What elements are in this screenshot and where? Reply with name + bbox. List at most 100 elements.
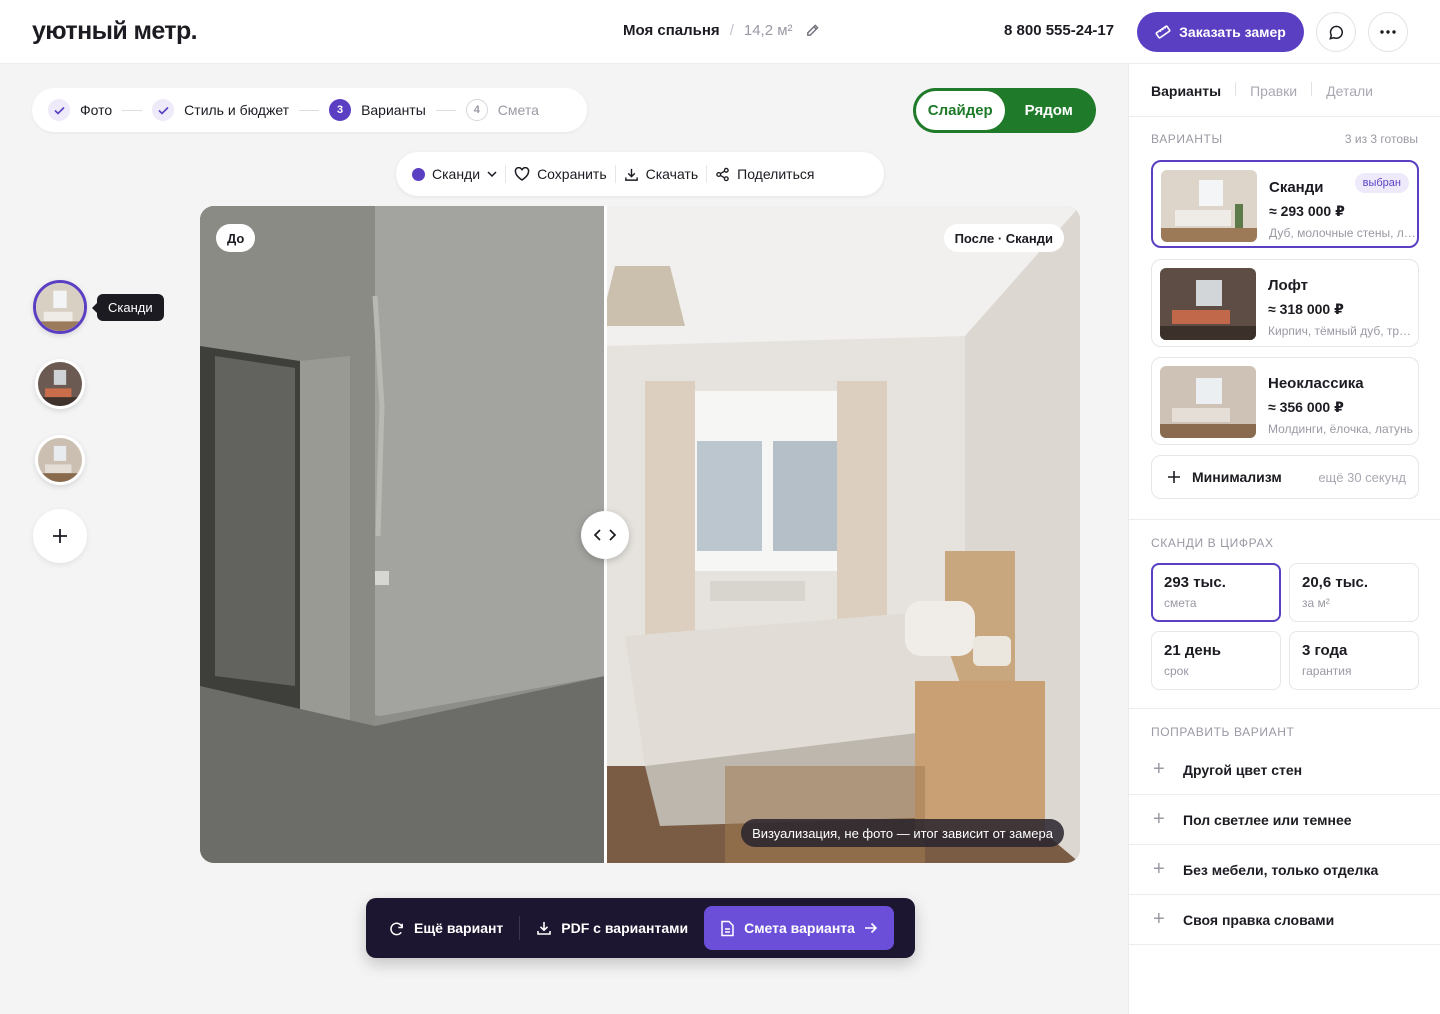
before-photo xyxy=(200,206,605,863)
stat-value: 293 тыс. xyxy=(1164,574,1226,591)
save-label: Сохранить xyxy=(537,166,607,182)
bedroom-thumbnail xyxy=(38,438,82,482)
more-menu-button[interactable] xyxy=(1368,12,1408,52)
step-style-budget[interactable]: Стиль и бюджет xyxy=(152,99,289,121)
variant-name: Лофт xyxy=(1268,277,1308,294)
visualization-disclaimer: Визуализация, не фото — итог зависит от … xyxy=(741,819,1064,847)
download-icon xyxy=(624,168,638,181)
variant-thumbnail xyxy=(1160,268,1256,340)
share-label: Поделиться xyxy=(737,166,815,182)
fix-floor-tone[interactable]: + Пол светлее или темнее xyxy=(1129,795,1440,845)
after-render xyxy=(605,206,1080,863)
top-header: уютный метр. Моя спальня / 14,2 м² 8 800… xyxy=(0,0,1440,64)
variant-thumb-loft[interactable] xyxy=(35,359,85,409)
chevron-down-icon xyxy=(487,171,497,177)
variant-thumb-scandi[interactable] xyxy=(33,280,87,334)
logo[interactable]: уютный метр. xyxy=(32,17,198,46)
pdf-export-label: PDF с вариантами xyxy=(561,920,689,936)
room-name[interactable]: Моя спальня xyxy=(623,22,720,39)
divider xyxy=(1129,708,1440,709)
tab-divider xyxy=(1235,82,1237,96)
fix-wall-color[interactable]: + Другой цвет стен xyxy=(1129,745,1440,795)
action-divider xyxy=(519,916,521,940)
more-dots-icon xyxy=(1380,30,1396,34)
order-measure-button[interactable]: Заказать замер xyxy=(1137,12,1304,52)
variant-card-scandi[interactable]: Сканди выбран ≈ 293 000 ₽ Дуб, молочные … xyxy=(1151,160,1419,248)
divider xyxy=(1129,116,1440,117)
phone-number[interactable]: 8 800 555-24-17 xyxy=(1004,22,1114,39)
slider-handle[interactable] xyxy=(581,511,629,559)
step-photo[interactable]: Фото xyxy=(48,99,112,121)
chat-button[interactable] xyxy=(1316,12,1356,52)
another-variant-button[interactable]: Ещё вариант xyxy=(388,920,503,937)
another-variant-label: Ещё вариант xyxy=(414,920,504,936)
variant-name: Неоклассика xyxy=(1268,375,1364,392)
download-button[interactable]: Скачать xyxy=(616,166,707,182)
share-icon xyxy=(716,167,729,181)
stat-value: 20,6 тыс. xyxy=(1302,574,1369,591)
pencil-icon[interactable] xyxy=(805,23,820,38)
document-icon xyxy=(721,920,734,936)
variants-status: 3 из 3 готовы xyxy=(1344,132,1418,146)
stat-label: срок xyxy=(1164,664,1189,678)
before-label: До xyxy=(216,224,256,252)
stat-warranty[interactable]: 3 года гарантия xyxy=(1289,631,1419,690)
bedroom-thumbnail xyxy=(38,362,82,406)
variant-price: ≈ 356 000 ₽ xyxy=(1268,399,1344,415)
right-panel: Варианты Правки Детали Варианты 3 из 3 г… xyxy=(1128,64,1440,1014)
pending-variant-name: Минимализм xyxy=(1192,469,1282,485)
variant-estimate-label: Смета варианта xyxy=(744,920,855,936)
ruler-icon xyxy=(1155,25,1171,39)
breadcrumb: Моя спальня / 14,2 м² xyxy=(623,22,820,39)
mode-slider-option[interactable]: Слайдер xyxy=(916,91,1005,130)
variant-estimate-button[interactable]: Смета варианта xyxy=(704,906,894,950)
share-button[interactable]: Поделиться xyxy=(707,166,822,182)
variant-pending-minimalism[interactable]: Минимализм ещё 30 секунд xyxy=(1151,455,1419,499)
mode-side-by-side-option[interactable]: Рядом xyxy=(1005,91,1094,130)
stat-value: 3 года xyxy=(1302,642,1348,659)
save-button[interactable]: Сохранить xyxy=(506,166,615,182)
fix-custom-text[interactable]: + Своя правка словами xyxy=(1129,895,1440,945)
tab-edits[interactable]: Правки xyxy=(1250,82,1311,100)
bottom-action-bar: Ещё вариант PDF с вариантами Смета вариа… xyxy=(366,898,915,958)
step-label: Варианты xyxy=(361,102,426,118)
tab-divider xyxy=(1311,82,1313,96)
style-color-swatch xyxy=(412,167,425,181)
chevrons-left-right-icon xyxy=(594,529,616,541)
step-connector xyxy=(435,109,456,111)
tab-details[interactable]: Детали xyxy=(1326,82,1387,100)
step-label: Фото xyxy=(80,102,113,118)
add-variant-button[interactable] xyxy=(33,509,87,563)
stat-label: смета xyxy=(1164,596,1197,610)
check-icon xyxy=(152,99,175,121)
order-measure-label: Заказать замер xyxy=(1179,24,1286,40)
step-estimate[interactable]: 4 Смета xyxy=(465,99,539,121)
fix-no-furniture[interactable]: + Без мебели, только отделка xyxy=(1129,845,1440,895)
thumb-tooltip: Сканди xyxy=(92,294,164,321)
variant-price: ≈ 293 000 ₽ xyxy=(1269,203,1345,219)
tab-variants[interactable]: Варианты xyxy=(1151,82,1235,100)
progress-steps: Фото Стиль и бюджет 3 Варианты 4 Смета xyxy=(32,88,587,132)
plus-icon: + xyxy=(1153,858,1165,880)
step-variants[interactable]: 3 Варианты xyxy=(329,99,426,121)
download-label: Скачать xyxy=(645,166,699,182)
style-select-value: Сканди xyxy=(432,166,481,182)
arrow-right-icon xyxy=(864,922,878,934)
stats-section-title: Сканди в цифрах xyxy=(1151,536,1274,550)
variant-card-loft[interactable]: Лофт ≈ 318 000 ₽ Кирпич, тёмный дуб, тре… xyxy=(1151,259,1419,347)
variants-section-title: Варианты xyxy=(1151,132,1223,146)
fix-section-title: Поправить вариант xyxy=(1151,725,1295,739)
variant-thumbnail xyxy=(1160,366,1256,438)
stat-duration[interactable]: 21 день срок xyxy=(1151,631,1281,690)
pdf-export-button[interactable]: PDF с вариантами xyxy=(536,920,688,936)
stat-estimate[interactable]: 293 тыс. смета xyxy=(1151,563,1281,622)
stat-per-sqm[interactable]: 20,6 тыс. за м² xyxy=(1289,563,1419,622)
step-number: 3 xyxy=(329,99,352,121)
plus-icon: + xyxy=(1153,808,1165,830)
before-after-slider[interactable]: До После · Сканди Визуализация, не фото … xyxy=(200,206,1080,863)
style-select[interactable]: Сканди xyxy=(404,166,505,182)
variant-thumb-neoclassic[interactable] xyxy=(35,435,85,485)
variant-card-neoclassic[interactable]: Неоклассика ≈ 356 000 ₽ Молдинги, ёлочка… xyxy=(1151,357,1419,445)
step-connector xyxy=(299,109,320,111)
fix-label: Другой цвет стен xyxy=(1183,761,1303,778)
